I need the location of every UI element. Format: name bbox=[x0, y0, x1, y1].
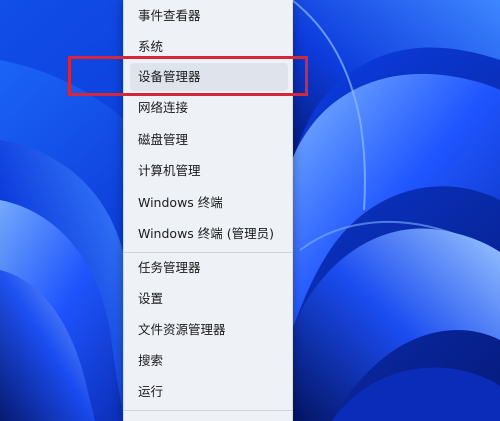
menu-item-settings[interactable]: 设置 bbox=[130, 285, 288, 313]
menu-item-run[interactable]: 运行 bbox=[130, 378, 288, 406]
menu-item-windows-terminal[interactable]: Windows 终端 bbox=[130, 189, 288, 217]
menu-separator bbox=[124, 410, 292, 411]
menu-item-file-explorer[interactable]: 文件资源管理器 bbox=[130, 316, 288, 344]
menu-item-disk-management[interactable]: 磁盘管理 bbox=[130, 126, 288, 154]
annotation-highlight-box bbox=[68, 56, 308, 96]
menu-item-network-connections[interactable]: 网络连接 bbox=[130, 94, 288, 122]
menu-separator bbox=[124, 252, 292, 253]
menu-item-computer-management[interactable]: 计算机管理 bbox=[130, 157, 288, 185]
menu-item-event-viewer[interactable]: 事件查看器 bbox=[130, 2, 288, 30]
menu-item-task-manager[interactable]: 任务管理器 bbox=[130, 254, 288, 282]
menu-item-windows-terminal-admin[interactable]: Windows 终端 (管理员) bbox=[130, 220, 288, 248]
menu-item-search[interactable]: 搜索 bbox=[130, 347, 288, 375]
